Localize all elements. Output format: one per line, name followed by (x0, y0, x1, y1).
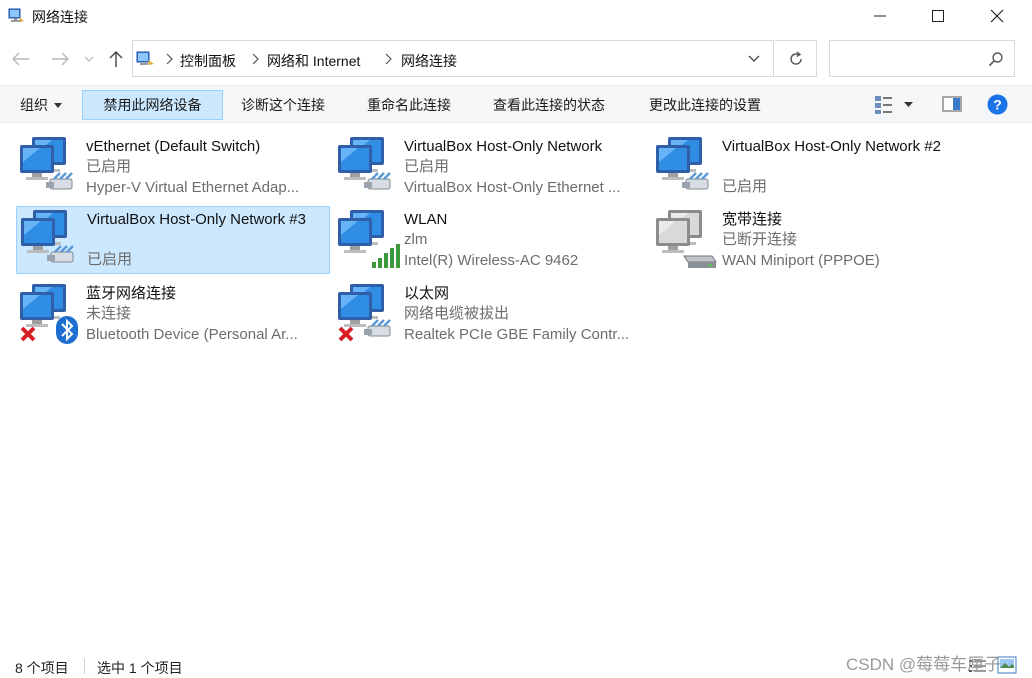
connection-name: vEthernet (Default Switch) (86, 138, 261, 155)
command-bar: 组织 禁用此网络设备 诊断这个连接 重命名此连接 查看此连接的状态 更改此连接的… (0, 85, 1032, 123)
recent-locations-button[interactable] (79, 46, 99, 72)
window-title: 网络连接 (32, 9, 88, 25)
navigation-bar: 控制面板 网络和 Internet 网络连接 (0, 38, 1032, 80)
chevron-right-icon (385, 53, 392, 65)
ethernet-icon (656, 137, 709, 190)
watermark: CSDN @莓莓车厘子 (846, 655, 1002, 674)
connection-status: 已启用 (404, 158, 450, 175)
minimize-button[interactable] (851, 0, 909, 32)
connection-device: Bluetooth Device (Personal Ar... (86, 326, 298, 343)
connection-name: 蓝牙网络连接 (86, 285, 177, 302)
connection-name: 宽带连接 (722, 211, 783, 228)
search-input[interactable] (836, 49, 986, 69)
minimize-icon (874, 15, 886, 17)
connection-item[interactable]: WLAN zlm Intel(R) Wireless-AC 9462 (334, 207, 648, 277)
diagnose-label: 诊断这个连接 (241, 97, 325, 113)
network-connections-icon (8, 8, 24, 22)
broadband-icon (656, 210, 717, 268)
connection-status: 已启用 (722, 178, 768, 195)
preview-pane-icon[interactable] (942, 95, 962, 113)
connection-item[interactable]: 蓝牙网络连接 未连接 Bluetooth Device (Personal Ar..… (16, 281, 330, 351)
status-divider (84, 658, 85, 674)
connection-item[interactable]: 宽带连接已断开连接 WAN Miniport (PPPOE) (652, 207, 966, 277)
wifi-icon (338, 210, 400, 268)
connection-device: Realtek PCIe GBE Family Contr... (404, 326, 630, 343)
disable-device-label: 禁用此网络设备 (103, 97, 202, 113)
selection-count: 选中 1 个项目 (97, 660, 183, 676)
refresh-button[interactable] (775, 40, 817, 77)
rename-label: 重命名此连接 (367, 97, 451, 113)
chevron-right-icon (252, 53, 259, 65)
maximize-button[interactable] (909, 0, 967, 32)
breadcrumb-network-connections[interactable]: 网络连接 (401, 51, 457, 71)
breadcrumb-network-internet[interactable]: 网络和 Internet (267, 51, 360, 71)
view-options-caret-icon[interactable] (904, 102, 913, 107)
chevron-right-icon (166, 53, 173, 65)
search-icon (988, 52, 1003, 67)
forward-button[interactable] (47, 46, 73, 72)
disable-device-button[interactable]: 禁用此网络设备 (82, 90, 223, 120)
address-bar[interactable]: 控制面板 网络和 Internet 网络连接 (132, 40, 774, 77)
maximize-icon (932, 10, 944, 22)
breadcrumb-control-panel[interactable]: 控制面板 (180, 51, 236, 71)
connection-item[interactable]: VirtualBox Host-Only Network #3 已启用 (16, 206, 330, 274)
help-icon[interactable]: ? (987, 94, 1008, 115)
connection-device: Hyper-V Virtual Ethernet Adap... (86, 179, 300, 196)
search-box[interactable] (829, 40, 1015, 77)
connection-status: 已断开连接 (722, 231, 798, 248)
up-arrow-icon (109, 51, 123, 67)
diagnose-button[interactable]: 诊断这个连接 (241, 90, 325, 120)
organize-menu[interactable]: 组织 (20, 90, 62, 120)
connection-device: WAN Miniport (PPPOE) (722, 252, 880, 269)
back-button[interactable] (8, 46, 34, 72)
connection-item[interactable]: vEthernet (Default Switch) 已启用 Hyper-V Vir… (16, 134, 330, 204)
up-button[interactable] (103, 46, 129, 72)
connection-status: 已启用 (87, 251, 133, 268)
view-status-label: 查看此连接的状态 (493, 97, 605, 113)
rename-button[interactable]: 重命名此连接 (367, 90, 451, 120)
ethernet-icon (20, 137, 73, 190)
connection-status: 网络电缆被拔出 (404, 305, 510, 322)
bluetooth-icon (20, 284, 78, 344)
svg-text:?: ? (993, 97, 1002, 113)
chevron-down-icon (84, 56, 94, 62)
control-panel-icon (136, 51, 154, 65)
change-settings-button[interactable]: 更改此连接的设置 (649, 90, 761, 120)
close-icon (990, 9, 1004, 23)
view-status-button[interactable]: 查看此连接的状态 (493, 90, 605, 120)
connection-item[interactable]: 以太网网络电缆被拔出 Realtek PCIe GBE Family Contr.… (334, 281, 648, 351)
connection-name: 以太网 (404, 285, 450, 302)
forward-arrow-icon (52, 52, 69, 66)
refresh-icon (789, 50, 802, 65)
ethernet-icon (338, 284, 391, 342)
connection-status: zlm (404, 231, 428, 248)
item-count: 8 个项目 (15, 660, 69, 676)
connection-name: VirtualBox Host-Only Network #2 (722, 138, 941, 155)
back-arrow-icon (12, 52, 29, 66)
connection-item[interactable]: VirtualBox Host-Only Network 已启用 VirtualBo… (334, 134, 648, 204)
title-bar: 网络连接 (0, 0, 1032, 32)
caret-down-icon (54, 102, 62, 108)
connection-status: 未连接 (86, 305, 132, 322)
connection-device: VirtualBox Host-Only Ethernet ... (404, 179, 621, 196)
change-view-icon[interactable] (874, 95, 894, 115)
connection-status: 已启用 (86, 158, 132, 175)
organize-label: 组织 (20, 97, 48, 113)
connection-name: VirtualBox Host-Only Network #3 (87, 211, 306, 228)
ethernet-icon (21, 210, 74, 263)
change-settings-label: 更改此连接的设置 (649, 97, 761, 113)
connection-item[interactable]: VirtualBox Host-Only Network #2 已启用 (652, 134, 966, 204)
connection-name: WLAN (404, 211, 448, 228)
connection-name: VirtualBox Host-Only Network (404, 138, 603, 155)
connection-device: Intel(R) Wireless-AC 9462 (404, 252, 579, 269)
close-button[interactable] (968, 0, 1026, 32)
address-history-dropdown[interactable] (741, 51, 767, 67)
ethernet-icon (338, 137, 391, 190)
